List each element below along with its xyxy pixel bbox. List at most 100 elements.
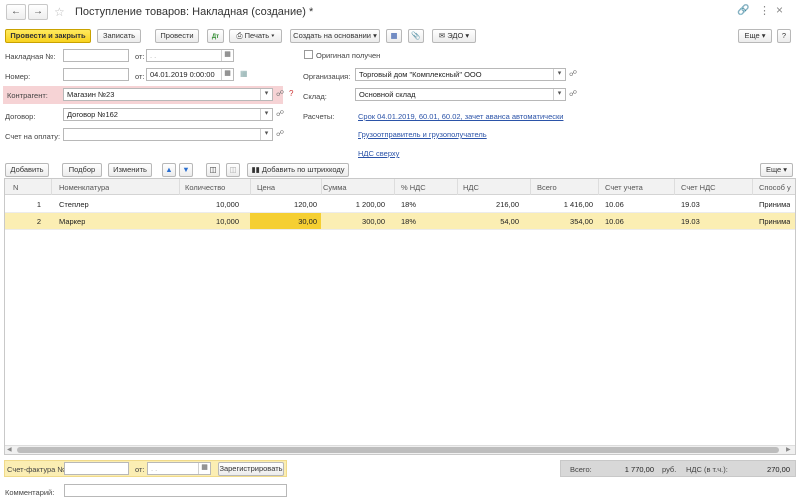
register-button[interactable]: Зарегистрировать	[218, 462, 284, 476]
chevron-down-icon[interactable]: ▾	[260, 89, 272, 100]
warehouse-label: Склад:	[303, 92, 327, 101]
table-more-button[interactable]: Еще ▾	[760, 163, 793, 177]
more-button[interactable]: Еще ▾	[738, 29, 772, 43]
row-vat: 54,00	[500, 217, 519, 226]
organization-value: Торговый дом "Комплексный" ООО	[359, 70, 482, 79]
original-received-checkbox[interactable]	[304, 50, 313, 59]
calendar-icon[interactable]: ▦	[221, 50, 233, 61]
forward-button[interactable]: →	[28, 4, 48, 20]
scroll-left-icon[interactable]: ◀	[7, 446, 12, 453]
invoice-number-field[interactable]	[63, 49, 129, 62]
col-account[interactable]: Счет учета	[605, 183, 643, 192]
row-vat: 216,00	[496, 200, 519, 209]
horizontal-scrollbar[interactable]: ◀ ▶	[5, 445, 795, 454]
more-label: Еще	[744, 31, 760, 40]
add-by-barcode-button[interactable]: ▮▮ Добавить по штрихкоду	[247, 163, 349, 177]
invoice-date-field[interactable]: . . ▦	[146, 49, 234, 62]
col-sum[interactable]: Сумма	[323, 183, 347, 192]
edit-button[interactable]: Изменить	[108, 163, 152, 177]
table-row[interactable]: 1 Степлер 10,000 120,00 1 200,00 18% 216…	[5, 196, 795, 213]
close-icon[interactable]: ×	[776, 3, 783, 17]
date-edit-icon[interactable]: ▦	[240, 69, 248, 78]
contractor-field[interactable]: Магазин №23 ▾	[63, 88, 273, 101]
number-field[interactable]	[63, 68, 129, 81]
paste-icon: ◫	[229, 165, 237, 174]
calendar-icon[interactable]: ▦	[221, 69, 233, 80]
number-date-field[interactable]: 04.01.2019 0:00:00 ▦	[146, 68, 234, 81]
organization-field[interactable]: Торговый дом "Комплексный" ООО ▾	[355, 68, 566, 81]
organization-label: Организация:	[303, 72, 351, 81]
col-quantity[interactable]: Количество	[185, 183, 225, 192]
help-button[interactable]: ?	[777, 29, 791, 43]
pay-account-field[interactable]: ▾	[63, 128, 273, 141]
post-button[interactable]: Провести	[155, 29, 199, 43]
copy-row-button[interactable]: ◫	[206, 163, 220, 177]
contractor-label: Контрагент:	[7, 91, 48, 100]
col-total[interactable]: Всего	[537, 183, 557, 192]
col-price[interactable]: Цена	[257, 183, 275, 192]
invoice-from-label: от:	[135, 52, 145, 61]
post-and-close-button[interactable]: Провести и закрыть	[5, 29, 91, 43]
contract-field[interactable]: Договор №162 ▾	[63, 108, 273, 121]
paste-row-button[interactable]: ◫	[226, 163, 240, 177]
warehouse-field[interactable]: Основной склад ▾	[355, 88, 566, 101]
open-link-icon[interactable]: ☍	[276, 129, 284, 138]
vat-total-value: 270,00	[767, 465, 790, 474]
add-row-button[interactable]: Добавить	[5, 163, 49, 177]
scroll-right-icon[interactable]: ▶	[786, 446, 791, 453]
edo-label: ЭДО	[447, 31, 464, 40]
col-n[interactable]: N	[13, 183, 18, 192]
chevron-down-icon[interactable]: ▾	[553, 89, 565, 100]
col-vat-account[interactable]: Счет НДС	[681, 183, 716, 192]
dt-kt-button[interactable]: Дт	[207, 29, 224, 43]
col-vat[interactable]: НДС	[463, 183, 479, 192]
open-link-icon[interactable]: ☍	[276, 109, 284, 118]
total-label: Всего:	[570, 465, 592, 474]
settlements-label: Расчеты:	[303, 112, 335, 121]
open-link-icon[interactable]: ☍	[569, 69, 577, 78]
kebab-menu-icon[interactable]: ⋮	[759, 4, 770, 17]
move-up-button[interactable]: ▲	[162, 163, 176, 177]
calendar-icon[interactable]: ▦	[198, 463, 210, 474]
printer-icon: ⎙	[236, 31, 243, 40]
consignor-link[interactable]: Грузоотправитель и грузополучатель	[358, 130, 487, 139]
save-button[interactable]: Записать	[97, 29, 141, 43]
settlements-link[interactable]: Срок 04.01.2019, 60.01, 60.02, зачет ава…	[358, 112, 563, 121]
comment-field[interactable]	[64, 484, 287, 497]
attach-button[interactable]: 📎	[408, 29, 424, 43]
original-received-label: Оригинал получен	[316, 51, 381, 60]
create-based-on-label: Создать на основании	[293, 31, 371, 40]
create-based-on-button[interactable]: Создать на основании ▾	[290, 29, 380, 43]
back-button[interactable]: ←	[6, 4, 26, 20]
row-total: 1 416,00	[563, 200, 593, 209]
col-divider	[598, 179, 599, 195]
col-vat-rate[interactable]: % НДС	[401, 183, 426, 192]
col-nomenclature[interactable]: Номенклатура	[59, 183, 109, 192]
move-down-button[interactable]: ▼	[179, 163, 193, 177]
col-method[interactable]: Способ у	[759, 183, 791, 192]
chevron-down-icon[interactable]: ▾	[260, 129, 272, 140]
col-divider	[752, 179, 753, 195]
link-icon[interactable]: 🔗	[737, 5, 749, 16]
add-by-barcode-label: Добавить по штрихкоду	[261, 165, 345, 174]
table-row-selected[interactable]: 2 Маркер 10,000 30,00 300,00 18% 54,00 3…	[5, 213, 795, 230]
structure-button[interactable]: ▦	[386, 29, 402, 43]
scrollbar-thumb[interactable]	[17, 447, 779, 453]
invoice-date-field[interactable]: . . ▦	[147, 462, 211, 475]
invoice-field[interactable]	[64, 462, 129, 475]
pick-button[interactable]: Подбор	[62, 163, 102, 177]
vat-link[interactable]: НДС сверху	[358, 149, 399, 158]
edo-button[interactable]: ✉ ЭДО ▾	[432, 29, 476, 43]
print-button[interactable]: ⎙ Печать ▾	[229, 29, 282, 43]
chevron-down-icon[interactable]: ▾	[553, 69, 565, 80]
chevron-down-icon[interactable]: ▾	[260, 109, 272, 120]
open-link-icon[interactable]: ☍	[569, 89, 577, 98]
favorite-star-icon[interactable]: ☆	[54, 5, 65, 19]
open-link-icon[interactable]: ☍	[276, 89, 284, 98]
invoice-date-placeholder: . .	[151, 464, 158, 473]
row-nomenclature: Маркер	[59, 217, 86, 226]
row-price: 120,00	[294, 200, 317, 209]
row-quantity: 10,000	[216, 200, 239, 209]
row-sum: 1 200,00	[355, 200, 385, 209]
goods-table[interactable]: N Номенклатура Количество Цена Сумма % Н…	[4, 178, 796, 455]
